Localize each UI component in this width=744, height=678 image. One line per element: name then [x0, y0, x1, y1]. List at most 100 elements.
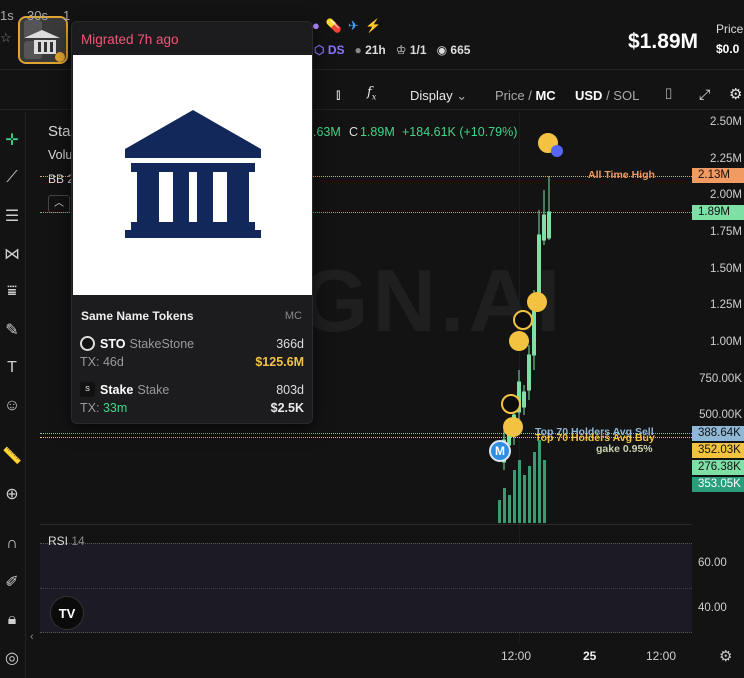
- tradingview-logo[interactable]: TV: [50, 596, 84, 630]
- dev-holding-label: gake 0.95%: [596, 443, 653, 455]
- token-mc: $125.6M: [255, 355, 304, 369]
- legend-symbol: Sta: [48, 123, 71, 140]
- avatar-marker[interactable]: [503, 417, 523, 437]
- token-tx: TX: 46d: [80, 355, 124, 369]
- token-age: 366d: [276, 337, 304, 351]
- camera-icon[interactable]: ⌷: [664, 86, 673, 103]
- same-name-token-row[interactable]: S Stake Stake 803d TX: 33m $2.5K: [80, 382, 304, 423]
- holders-ratio: ♔ 1/1: [395, 43, 427, 57]
- fullscreen-icon[interactable]: ⤢: [699, 86, 710, 103]
- rsi-label: RSI 14: [48, 534, 85, 548]
- x-tick: 12:00: [501, 649, 532, 663]
- header-stats: ⬡ DS ● 21h ♔ 1/1 ◉ 665: [314, 43, 470, 57]
- timeframe-1s[interactable]: 1s: [0, 8, 14, 23]
- fib-icon[interactable]: ⩸: [0, 280, 24, 304]
- same-name-token-row[interactable]: STO StakeStone 366d TX: 46d $125.6M: [80, 336, 304, 377]
- migration-marker[interactable]: M: [489, 440, 511, 462]
- y-tick: 1.75M: [710, 226, 742, 238]
- rsi-upper-line: [40, 543, 692, 544]
- bank-icon: [125, 110, 261, 238]
- avatar-marker[interactable]: [513, 310, 533, 330]
- avatar-marker[interactable]: [501, 394, 521, 414]
- token-tx: TX: 33m: [80, 401, 128, 415]
- zoom-in-icon[interactable]: ⊕: [0, 482, 24, 506]
- token-age: 803d: [276, 383, 304, 397]
- settings-gear-icon[interactable]: ⚙: [729, 85, 742, 103]
- ohlc-change: +184.61K (+10.79%): [402, 125, 518, 139]
- pattern-icon[interactable]: ⋈: [0, 242, 24, 266]
- crosshair-icon[interactable]: ✛: [0, 128, 24, 152]
- social-badge-icon[interactable]: ●: [312, 18, 320, 34]
- star-icon[interactable]: ☆: [0, 30, 14, 45]
- token-image: [73, 55, 312, 295]
- age-stat: ● 21h: [354, 43, 386, 57]
- y-tick: 500.00K: [699, 409, 742, 421]
- axis-settings-icon[interactable]: ⚙: [719, 647, 732, 665]
- price-label: Price: [716, 22, 744, 36]
- current-price-tag: 1.89M: [692, 205, 744, 220]
- token-hover-popup: Migrated 7h ago Same Name Tokens MC STO S…: [71, 21, 313, 424]
- collapse-legend-button[interactable]: ︿: [48, 195, 70, 213]
- trendline-icon[interactable]: ⟋: [0, 166, 24, 190]
- legend-volume: Volu: [48, 148, 73, 162]
- rsi-tick-60: 60.00: [698, 557, 727, 569]
- volume-tag-2: 353.05K: [692, 477, 744, 492]
- volume-tag: 276.38K: [692, 460, 744, 475]
- discord-icon: [551, 145, 563, 157]
- y-tick: 2.00M: [710, 189, 742, 201]
- pill-icon[interactable]: 💊: [326, 18, 342, 34]
- stakestone-icon: [80, 336, 95, 351]
- y-tick: 2.25M: [710, 153, 742, 165]
- same-name-tokens-title: Same Name Tokens: [81, 309, 194, 323]
- y-tick: 750.00K: [699, 373, 742, 385]
- y-tick: 1.50M: [710, 263, 742, 275]
- dexscreener-badge[interactable]: ⬡ DS: [314, 43, 344, 57]
- token-avatar[interactable]: [18, 16, 68, 64]
- views-stat: ◉ 665: [436, 43, 471, 57]
- text-tool-icon[interactable]: T: [0, 356, 24, 380]
- lightning-icon: ⚡: [364, 18, 382, 33]
- ath-label: All Time High: [588, 169, 655, 181]
- avatar-marker[interactable]: [527, 292, 547, 312]
- chevron-down-icon: ⌄: [456, 88, 468, 103]
- horizontal-lines-icon[interactable]: ☰: [0, 204, 24, 228]
- ohlc-high: .63M: [313, 125, 341, 139]
- timeframe-1m[interactable]: 1: [63, 8, 70, 23]
- magnet-icon[interactable]: ∩: [0, 532, 24, 556]
- telegram-icon[interactable]: ✈: [348, 18, 359, 34]
- token-mc: $2.5K: [270, 401, 304, 415]
- lock-icon[interactable]: 🔒︎: [0, 608, 24, 632]
- holders-sell-tag: 388.64K: [692, 426, 744, 441]
- ohlc-close: 1.89M: [360, 125, 395, 139]
- chevron-left-icon[interactable]: ‹: [30, 631, 34, 643]
- brush-icon[interactable]: ✎: [0, 318, 24, 342]
- header-badges: ● 💊 ✈ ⚡: [312, 18, 381, 34]
- rsi-lower-line: [40, 632, 692, 633]
- display-dropdown[interactable]: Display ⌄: [410, 88, 467, 104]
- ath-price-tag: 2.13M: [692, 168, 744, 183]
- timeframe-30s[interactable]: 30s: [27, 8, 48, 23]
- currency-toggle[interactable]: USD / SOL: [575, 88, 639, 103]
- mc-header: MC: [284, 310, 302, 322]
- y-tick: 2.50M: [710, 116, 742, 128]
- x-tick: 12:00: [646, 649, 677, 663]
- ohlc-close-label: C: [349, 125, 359, 139]
- stake-icon: S: [80, 382, 95, 397]
- holders-buy-tag: 352.03K: [692, 443, 744, 458]
- price-mc-toggle[interactable]: Price / MC: [495, 88, 556, 103]
- y-tick: 1.25M: [710, 299, 742, 311]
- token-symbol: STO StakeStone: [100, 337, 195, 351]
- avatar-marker[interactable]: [509, 331, 529, 351]
- rsi-tick-40: 40.00: [698, 602, 727, 614]
- price-value: $0.0: [716, 42, 740, 56]
- emoji-icon[interactable]: ☺: [0, 394, 24, 418]
- y-tick: 1.00M: [710, 336, 742, 348]
- eye-icon[interactable]: ◎: [0, 646, 24, 670]
- candle-type-icon[interactable]: ⫾: [336, 86, 340, 103]
- ruler-icon[interactable]: 📏: [0, 444, 24, 468]
- rsi-mid-line: [40, 588, 692, 589]
- lock-drawing-icon[interactable]: ✐: [0, 570, 24, 594]
- indicators-icon[interactable]: fx: [367, 85, 376, 102]
- token-symbol: Stake Stake: [100, 383, 170, 397]
- market-cap-value: $1.89M: [628, 30, 699, 53]
